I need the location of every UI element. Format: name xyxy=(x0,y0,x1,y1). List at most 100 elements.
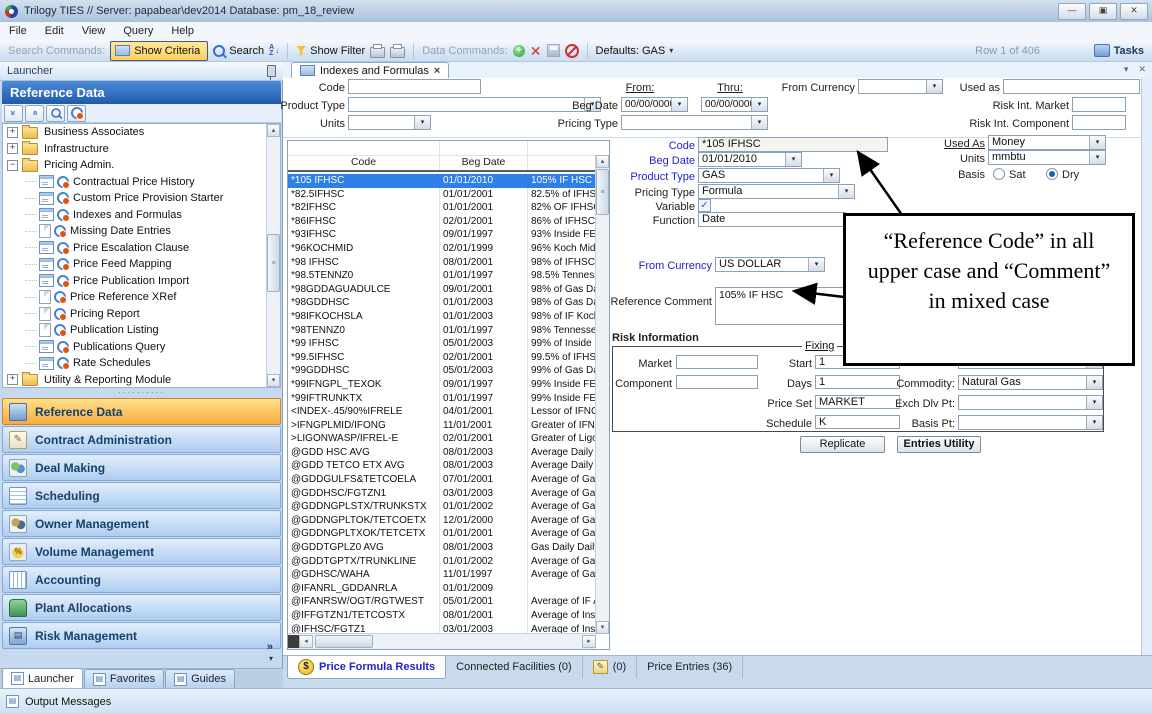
restore-button[interactable]: ▣ xyxy=(1089,3,1117,20)
print-icon[interactable] xyxy=(390,47,405,58)
grid-row[interactable]: *96KOCHMID 02/01/1999 96% Koch Mids xyxy=(288,242,596,256)
tree-row[interactable]: Business Associates xyxy=(3,124,280,141)
cancel-record-icon[interactable] xyxy=(565,44,579,58)
tree-expander-icon[interactable] xyxy=(7,374,18,385)
launcher-section[interactable]: Volume Management xyxy=(2,538,281,565)
tree-row[interactable]: Infrastructure xyxy=(3,141,280,158)
bottom-tab[interactable]: $ ✎ Price Formula Results xyxy=(287,656,446,679)
collapse-all-button[interactable]: » xyxy=(4,105,23,122)
criteria-units-select[interactable]: ▾ xyxy=(348,115,431,130)
criteria-beg-date-from-select[interactable]: 00/00/0000▾ xyxy=(621,97,688,112)
output-messages[interactable]: Output Messages xyxy=(25,696,111,708)
basis-sat-radio[interactable] xyxy=(993,168,1005,180)
grid-row[interactable]: *99IFNGPL_TEXOK 09/01/1997 99% Inside FE… xyxy=(288,378,596,392)
tree-search-options-button[interactable] xyxy=(67,105,86,122)
tree-row[interactable]: Price Escalation Clause xyxy=(3,240,280,257)
save-record-icon[interactable] xyxy=(547,44,560,57)
tab-list-icon[interactable]: ▾ xyxy=(1124,64,1129,75)
grid-row[interactable]: <INDEX-.45/90%IFRELE 04/01/2001 Lessor o… xyxy=(288,405,596,419)
document-tab[interactable]: Indexes and Formulas × xyxy=(291,62,449,78)
tree-row[interactable]: Price Feed Mapping xyxy=(3,256,280,273)
launcher-section[interactable]: Owner Management xyxy=(2,510,281,537)
tree-row[interactable]: Missing Date Entries xyxy=(3,223,280,240)
bottom-tab[interactable]: $ ✎ Price Entries (36) xyxy=(637,656,743,678)
risk-exch-dlv-pt-select[interactable]: ▾ xyxy=(958,395,1103,410)
grid-row[interactable]: *98TENNZ0 01/01/1997 98% Tennesse xyxy=(288,324,596,338)
tree-row[interactable]: Utility & Reporting Module xyxy=(3,372,280,389)
risk-component-input[interactable] xyxy=(676,375,758,389)
left-tab[interactable]: ▤ Launcher xyxy=(2,668,83,688)
detail-product-type-select[interactable]: GAS▾ xyxy=(698,168,840,183)
grid-header-code[interactable]: Code xyxy=(288,155,440,170)
tree-row[interactable]: Custom Price Provision Starter xyxy=(3,190,280,207)
launcher-section[interactable]: Deal Making xyxy=(2,454,281,481)
tree-row[interactable]: Pricing Report xyxy=(3,306,280,323)
grid-row[interactable]: *105 IFHSC 01/01/2010 105% IF HSC xyxy=(288,174,596,188)
grid-header-beg-date[interactable]: Beg Date xyxy=(440,155,528,170)
panel-splitter[interactable]: ·········· xyxy=(2,388,281,397)
tab-close-icon[interactable]: × xyxy=(434,65,440,77)
detail-beg-date-select[interactable]: 01/01/2010▾ xyxy=(698,152,802,167)
menu-item[interactable]: File xyxy=(0,23,36,39)
tree-scrollbar[interactable]: ▴ ≡ ▾ xyxy=(266,124,280,387)
grid-row[interactable]: *99IFTRUNKTX 01/01/1997 99% Inside FER xyxy=(288,392,596,406)
detail-variable-checkbox[interactable] xyxy=(698,199,711,212)
grid-row[interactable]: *98GDDAGUADULCE 09/01/2001 98% of Gas Da xyxy=(288,283,596,297)
menu-item[interactable]: Query xyxy=(114,23,162,39)
launcher-section[interactable]: Reference Data xyxy=(2,398,281,425)
tree-row[interactable]: Rate Schedules xyxy=(3,355,280,372)
grid-row[interactable]: @GDDNGPLSTX/TRUNKSTX 01/01/2002 Average … xyxy=(288,500,596,514)
launcher-section[interactable]: Plant Allocations xyxy=(2,594,281,621)
grid-row[interactable]: *86IFHSC 02/01/2001 86% of IFHSC xyxy=(288,215,596,229)
tree-row[interactable]: Publications Query xyxy=(3,339,280,356)
grid-horizontal-scrollbar[interactable]: ◂ ▸ xyxy=(288,633,596,649)
tree-row[interactable]: Price Publication Import xyxy=(3,273,280,290)
tree-row[interactable]: Contractual Price History xyxy=(3,174,280,191)
grid-row[interactable]: *98.5TENNZ0 01/01/1997 98.5% Tenness xyxy=(288,269,596,283)
grid-row[interactable]: *99GDDHSC 05/01/2003 99% of Gas Da xyxy=(288,364,596,378)
grid-row[interactable]: >LIGONWASP/IFREL-E 02/01/2001 Greater of… xyxy=(288,432,596,446)
right-panel-strip[interactable] xyxy=(1141,78,1152,655)
tree-row[interactable]: Price Reference XRef xyxy=(3,289,280,306)
close-button[interactable]: ✕ xyxy=(1120,3,1148,20)
grid-row[interactable]: @GDDHSC/FGTZN1 03/01/2003 Average of Ga xyxy=(288,487,596,501)
grid-row[interactable]: @GDDNGPLTXOK/TETCETX 01/01/2001 Average … xyxy=(288,527,596,541)
tree-expander-icon[interactable] xyxy=(7,127,18,138)
sort-button[interactable]: AZ ↓ xyxy=(269,45,279,57)
replicate-button[interactable]: Replicate xyxy=(800,436,885,453)
grid-row[interactable]: *99.5IFHSC 02/01/2001 99.5% of IFHSC xyxy=(288,351,596,365)
grid-row[interactable]: *98IFKOCHSLA 01/01/2003 98% of IF Koch xyxy=(288,310,596,324)
risk-basis-pt-select[interactable]: ▾ xyxy=(958,415,1103,430)
grid-row[interactable]: @GDD TETCO ETX AVG 08/01/2003 Average Da… xyxy=(288,459,596,473)
left-tab[interactable]: ▤ Guides xyxy=(165,669,235,688)
add-record-icon[interactable]: + xyxy=(513,45,525,57)
criteria-from-currency-select[interactable]: ▾ xyxy=(858,79,943,94)
detail-from-currency-select[interactable]: US DOLLAR▾ xyxy=(715,257,825,272)
search-button[interactable]: Search xyxy=(213,45,264,57)
show-filter-button[interactable]: Show Filter xyxy=(296,45,365,57)
grid-row[interactable]: @GDDTGPLZ0 AVG 08/01/2003 Gas Daily Dail… xyxy=(288,541,596,555)
grid-row[interactable]: *82.5IFHSC 01/01/2001 82.5% of IFHSC xyxy=(288,188,596,202)
section-overflow-strip[interactable]: »▾ xyxy=(2,642,281,664)
grid-row[interactable]: *99 IFHSC 05/01/2003 99% of Inside I xyxy=(288,337,596,351)
menu-item[interactable]: Help xyxy=(162,23,203,39)
tree-row[interactable]: Indexes and Formulas xyxy=(3,207,280,224)
criteria-used-as-input[interactable] xyxy=(1003,79,1140,94)
tab-group-close-icon[interactable]: ✕ xyxy=(1138,64,1146,75)
tree-row[interactable]: Pricing Admin. xyxy=(3,157,280,174)
entries-utility-button[interactable]: Entries Utility xyxy=(897,436,981,453)
bottom-tab[interactable]: $ ✎ (0) xyxy=(583,656,637,678)
expand-all-button[interactable]: » xyxy=(25,105,44,122)
grid-row[interactable]: @GDDTGPTX/TRUNKLINE 01/01/2002 Average o… xyxy=(288,555,596,569)
minimize-button[interactable]: — xyxy=(1058,3,1086,20)
grid-row[interactable]: *98GDDHSC 01/01/2003 98% of Gas Da xyxy=(288,296,596,310)
grid-row[interactable]: @GDD HSC AVG 08/01/2003 Average Daily xyxy=(288,446,596,460)
grid-row[interactable]: >IFNGPLMID/IFONG 11/01/2001 Greater of I… xyxy=(288,419,596,433)
launcher-section[interactable]: Contract Administration xyxy=(2,426,281,453)
criteria-beg-date-thru-select[interactable]: 00/00/0000▾ xyxy=(701,97,768,112)
pin-icon[interactable] xyxy=(267,65,276,77)
grid-row[interactable]: @GDDNGPLTOK/TETCOETX 12/01/2000 Average … xyxy=(288,514,596,528)
grid-row[interactable]: @IFANRL_GDDANRLA 01/01/2009 xyxy=(288,582,596,596)
grid-row[interactable]: *93IFHSC 09/01/1997 93% Inside FER xyxy=(288,228,596,242)
reference-comment-textarea[interactable]: 105% IF HSC xyxy=(715,287,846,325)
